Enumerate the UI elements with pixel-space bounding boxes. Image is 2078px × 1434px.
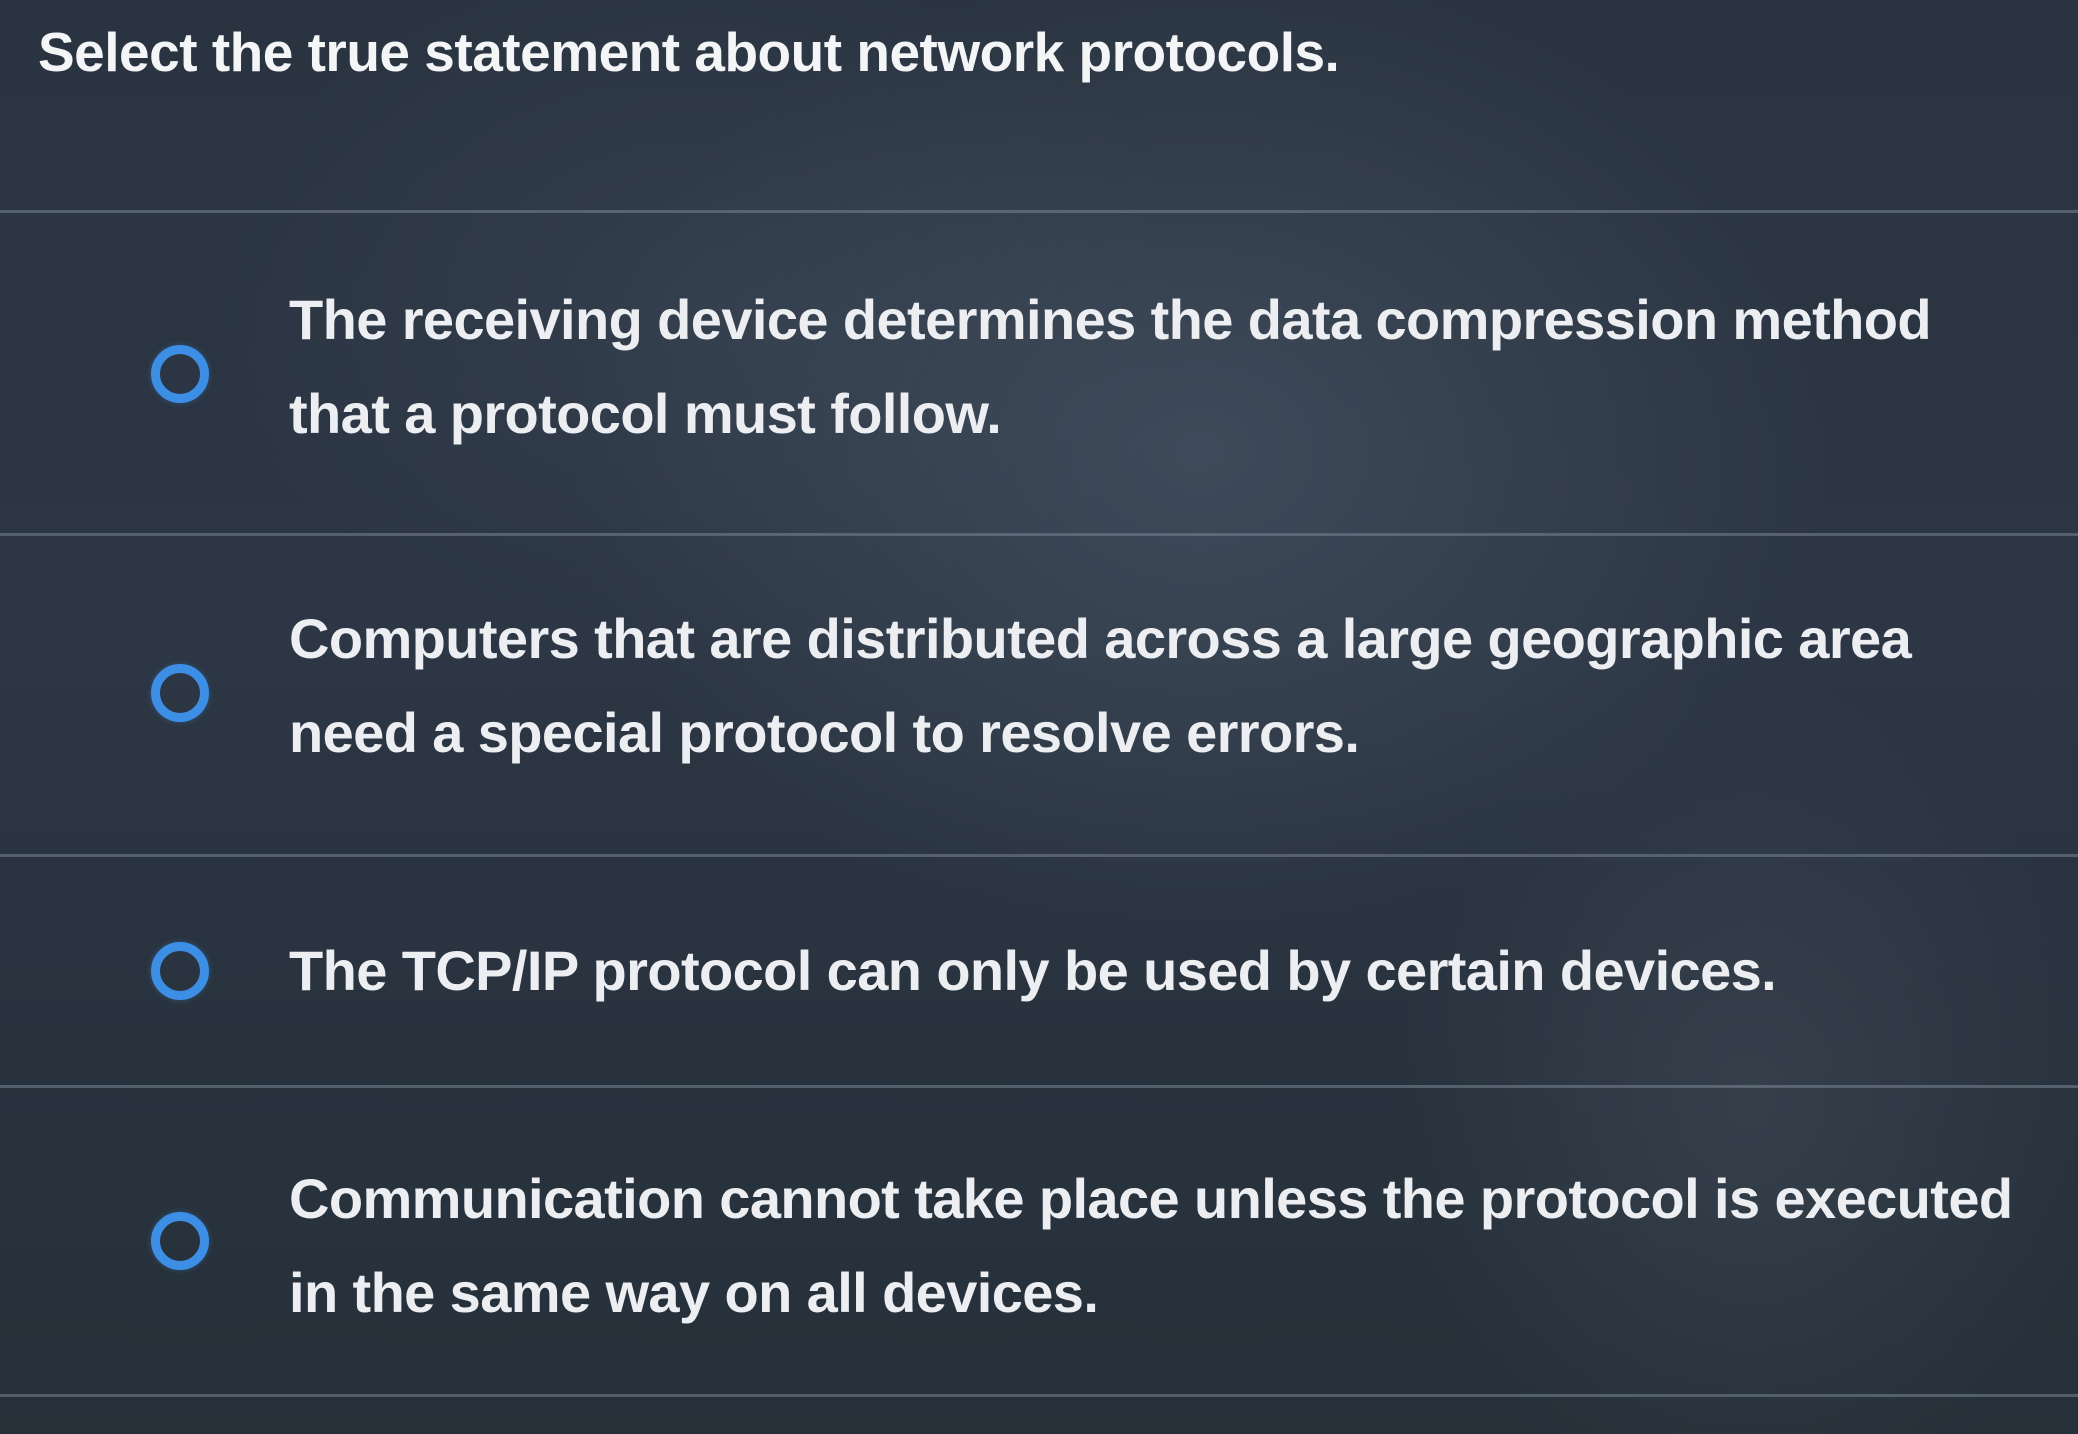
answer-option-3[interactable]: The TCP/IP protocol can only be used by … [0,857,2078,1085]
radio-unchecked-icon[interactable] [151,1212,209,1270]
answer-option-2[interactable]: Computers that are distributed across a … [0,536,2078,854]
divider [0,1394,2078,1397]
question-prompt: Select the true statement about network … [38,21,1340,83]
answer-option-label: Computers that are distributed across a … [289,607,1912,764]
answer-option-label: The receiving device determines the data… [289,288,1932,445]
answer-option-label: Communication cannot take place unless t… [289,1167,2013,1324]
answer-option-label: The TCP/IP protocol can only be used by … [289,939,1777,1002]
radio-unchecked-icon[interactable] [151,942,209,1000]
radio-unchecked-icon[interactable] [151,345,209,403]
radio-unchecked-icon[interactable] [151,664,209,722]
answer-option-1[interactable]: The receiving device determines the data… [0,213,2078,533]
answer-option-4[interactable]: Communication cannot take place unless t… [0,1088,2078,1394]
